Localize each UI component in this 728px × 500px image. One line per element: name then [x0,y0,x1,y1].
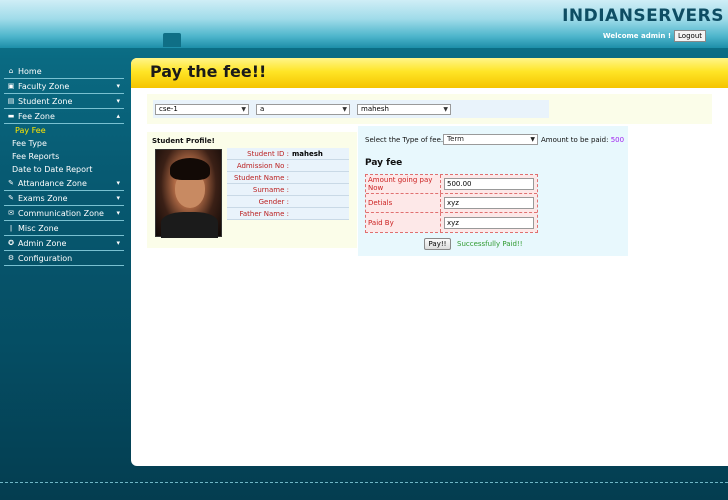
form-row: Amount going pay Now [366,175,537,194]
footer-divider [0,482,728,483]
configuration-icon: ⚙ [7,254,15,262]
form-row: Paid By [366,213,537,232]
section-select-value: a [260,105,265,113]
profile-details: Student ID : mahesh Admission No : Stude… [227,148,349,220]
chevron-down-icon: ▾ [116,194,120,202]
fee-panel: Select the Type of fee. Term ▼ Amount to… [358,126,628,256]
fee-type-select[interactable]: Term ▼ [443,134,538,145]
sidebar-item-fee-zone[interactable]: ▬ Fee Zone ▴ [4,109,124,124]
amount-to-pay: Amount to be paid: 500 [541,136,624,144]
sidebar-item-label: Home [18,66,42,76]
section-select[interactable]: a ▼ [256,104,350,115]
sidebar-item-label: Faculty Zone [18,81,70,91]
misc-icon: ǀ [9,224,13,232]
paid-by-field[interactable] [444,216,534,229]
student-profile: Student Profile! Student ID : mahesh Adm… [147,132,357,248]
sidebar-item-label: Configuration [18,253,73,263]
student-photo [155,149,222,238]
pay-button[interactable]: Pay!! [424,238,451,250]
title-bar: Pay the fee!! [131,58,728,88]
pay-fee-heading: Pay fee [365,158,403,168]
admin-icon: ✪ [8,239,14,247]
amount-label: Amount to be paid: [541,136,609,144]
sidebar-item-attandance-zone[interactable]: ✎ Attandance Zone ▾ [4,176,124,191]
logout-button[interactable]: Logout [674,30,706,42]
sidebar-item-exams-zone[interactable]: ✎ Exams Zone ▾ [4,191,124,206]
profile-title: Student Profile! [152,137,215,145]
sidebar-item-label: Admin Zone [18,238,67,248]
paid-by-label: Paid By [366,213,441,232]
faculty-icon: ▣ [7,82,15,90]
profile-row: Father Name : [227,208,349,220]
amount-now-field[interactable] [444,178,534,190]
sidebar-item-label: Student Zone [18,96,73,106]
exams-icon: ✎ [8,194,14,202]
field-label: Gender : [258,197,289,206]
sidebar-item-communication-zone[interactable]: ✉ Communication Zone ▾ [4,206,124,221]
amount-value: 500 [610,136,625,144]
attendance-icon: ✎ [8,179,14,187]
sidebar-nav: ⌂ Home ▣ Faculty Zone ▾ ▤ Student Zone ▾… [4,64,124,266]
field-label: Student ID : [247,149,289,158]
student-icon: ▤ [7,97,15,105]
branch-select-value: cse-1 [159,105,178,113]
welcome-text: Welcome admin ! [602,32,672,40]
sidebar-item-home[interactable]: ⌂ Home [4,64,124,79]
field-label: Surname : [252,185,289,194]
field-label: Admission No : [236,161,289,170]
page-title: Pay the fee!! [150,62,267,81]
chevron-down-icon: ▾ [116,82,120,90]
top-header: INDIANSERVERS Welcome admin ! Logout [0,0,728,48]
chevron-down-icon: ▼ [443,106,448,113]
details-field[interactable] [444,197,534,209]
chevron-down-icon: ▾ [116,239,120,247]
chevron-down-icon: ▾ [116,179,120,187]
field-label: Father Name : [239,209,290,218]
sidebar-item-misc-zone[interactable]: ǀ Misc Zone [4,221,124,236]
sidebar-item-label: Attandance Zone [18,178,87,188]
chevron-down-icon: ▾ [116,97,120,105]
form-row: Detials [366,194,537,213]
profile-row: Student Name : [227,172,349,184]
sidebar-subitem-pay-fee[interactable]: Pay Fee [4,124,124,137]
sidebar-item-faculty-zone[interactable]: ▣ Faculty Zone ▾ [4,79,124,94]
site-logo: INDIANSERVERS [562,6,724,26]
profile-row: Student ID : mahesh [227,148,349,160]
sidebar-subitem-fee-reports[interactable]: Fee Reports [4,150,124,163]
field-value: mahesh [292,149,323,158]
sidebar-item-admin-zone[interactable]: ✪ Admin Zone ▾ [4,236,124,251]
chevron-down-icon: ▼ [342,106,347,113]
chevron-up-icon: ▴ [116,112,120,120]
fee-type-label: Select the Type of fee. [365,136,444,144]
branch-select[interactable]: cse-1 ▼ [155,104,249,115]
sidebar-item-configuration[interactable]: ⚙ Configuration [4,251,124,266]
sidebar-item-label: Exams Zone [18,193,68,203]
field-label: Student Name : [233,173,289,182]
profile-row: Surname : [227,184,349,196]
sidebar-subitem-date-report[interactable]: Date to Date Report [4,163,124,176]
amount-now-label: Amount going pay Now [366,175,441,193]
profile-row: Gender : [227,196,349,208]
student-select-value: mahesh [361,105,389,113]
sidebar-subitem-fee-type[interactable]: Fee Type [4,137,124,150]
sidebar-item-label: Misc Zone [18,223,59,233]
success-message: Successfully Paid!! [457,240,523,248]
student-select[interactable]: mahesh ▼ [357,104,451,115]
sidebar-item-label: Communication Zone [18,208,104,218]
chevron-down-icon: ▼ [241,106,246,113]
chevron-down-icon: ▾ [116,209,120,217]
home-icon: ⌂ [8,67,14,75]
details-label: Detials [366,194,441,212]
communication-icon: ✉ [8,209,14,217]
main-panel: Pay the fee!! cse-1 ▼ a ▼ mahesh ▼ Stude… [131,58,728,466]
pay-fee-form: Amount going pay Now Detials Paid By [365,174,538,233]
profile-row: Admission No : [227,160,349,172]
fee-icon: ▬ [7,112,15,120]
user-area: Welcome admin ! Logout [603,30,706,42]
chevron-down-icon: ▼ [530,136,535,143]
fee-type-value: Term [447,135,464,143]
sidebar-item-student-zone[interactable]: ▤ Student Zone ▾ [4,94,124,109]
header-tab [163,33,181,47]
sidebar-item-label: Fee Zone [18,111,55,121]
